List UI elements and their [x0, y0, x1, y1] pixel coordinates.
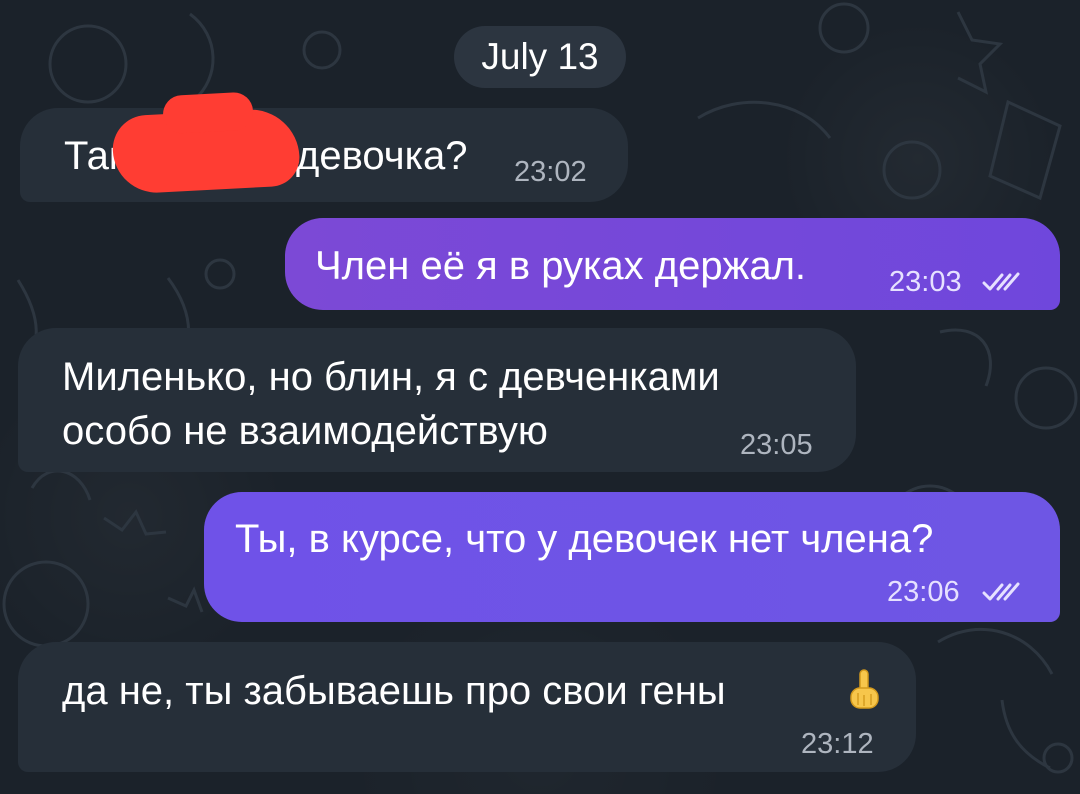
message-text-end: девочка?	[296, 134, 468, 178]
message-time: 23:02	[514, 156, 587, 188]
message-text-line-1: Миленько, но блин, я с девченками	[62, 355, 720, 399]
date-chip: July 13	[454, 26, 626, 88]
incoming-message[interactable]: Миленько, но блин, я с девченками особо …	[18, 328, 856, 472]
pointing-up-icon	[850, 669, 879, 709]
outgoing-message[interactable]: Ты, в курсе, что у девочек нет члена? 23…	[204, 492, 1060, 622]
message-time: 23:06	[887, 576, 960, 608]
pointing-up-emoji	[844, 666, 884, 714]
message-text: да не, ты забываешь про свои гены	[62, 669, 726, 713]
message-text: Член её я в руках держал.	[315, 244, 807, 288]
message-text: Ты, в курсе, что у девочек нет члена?	[235, 517, 934, 561]
double-check-icon	[982, 272, 1020, 291]
double-check-icon	[982, 582, 1020, 601]
outgoing-message[interactable]: Член её я в руках держал. 23:03	[285, 218, 1060, 310]
message-time: 23:12	[801, 728, 874, 760]
incoming-message[interactable]: да не, ты забываешь про свои гены 23:12	[18, 642, 916, 772]
incoming-message[interactable]: Так девочка? 23:02	[20, 108, 628, 202]
message-time: 23:05	[740, 429, 813, 461]
message-time: 23:03	[889, 266, 962, 298]
message-text-line-2: особо не взаимодействую	[62, 409, 548, 453]
red-redaction-mark	[111, 107, 301, 195]
